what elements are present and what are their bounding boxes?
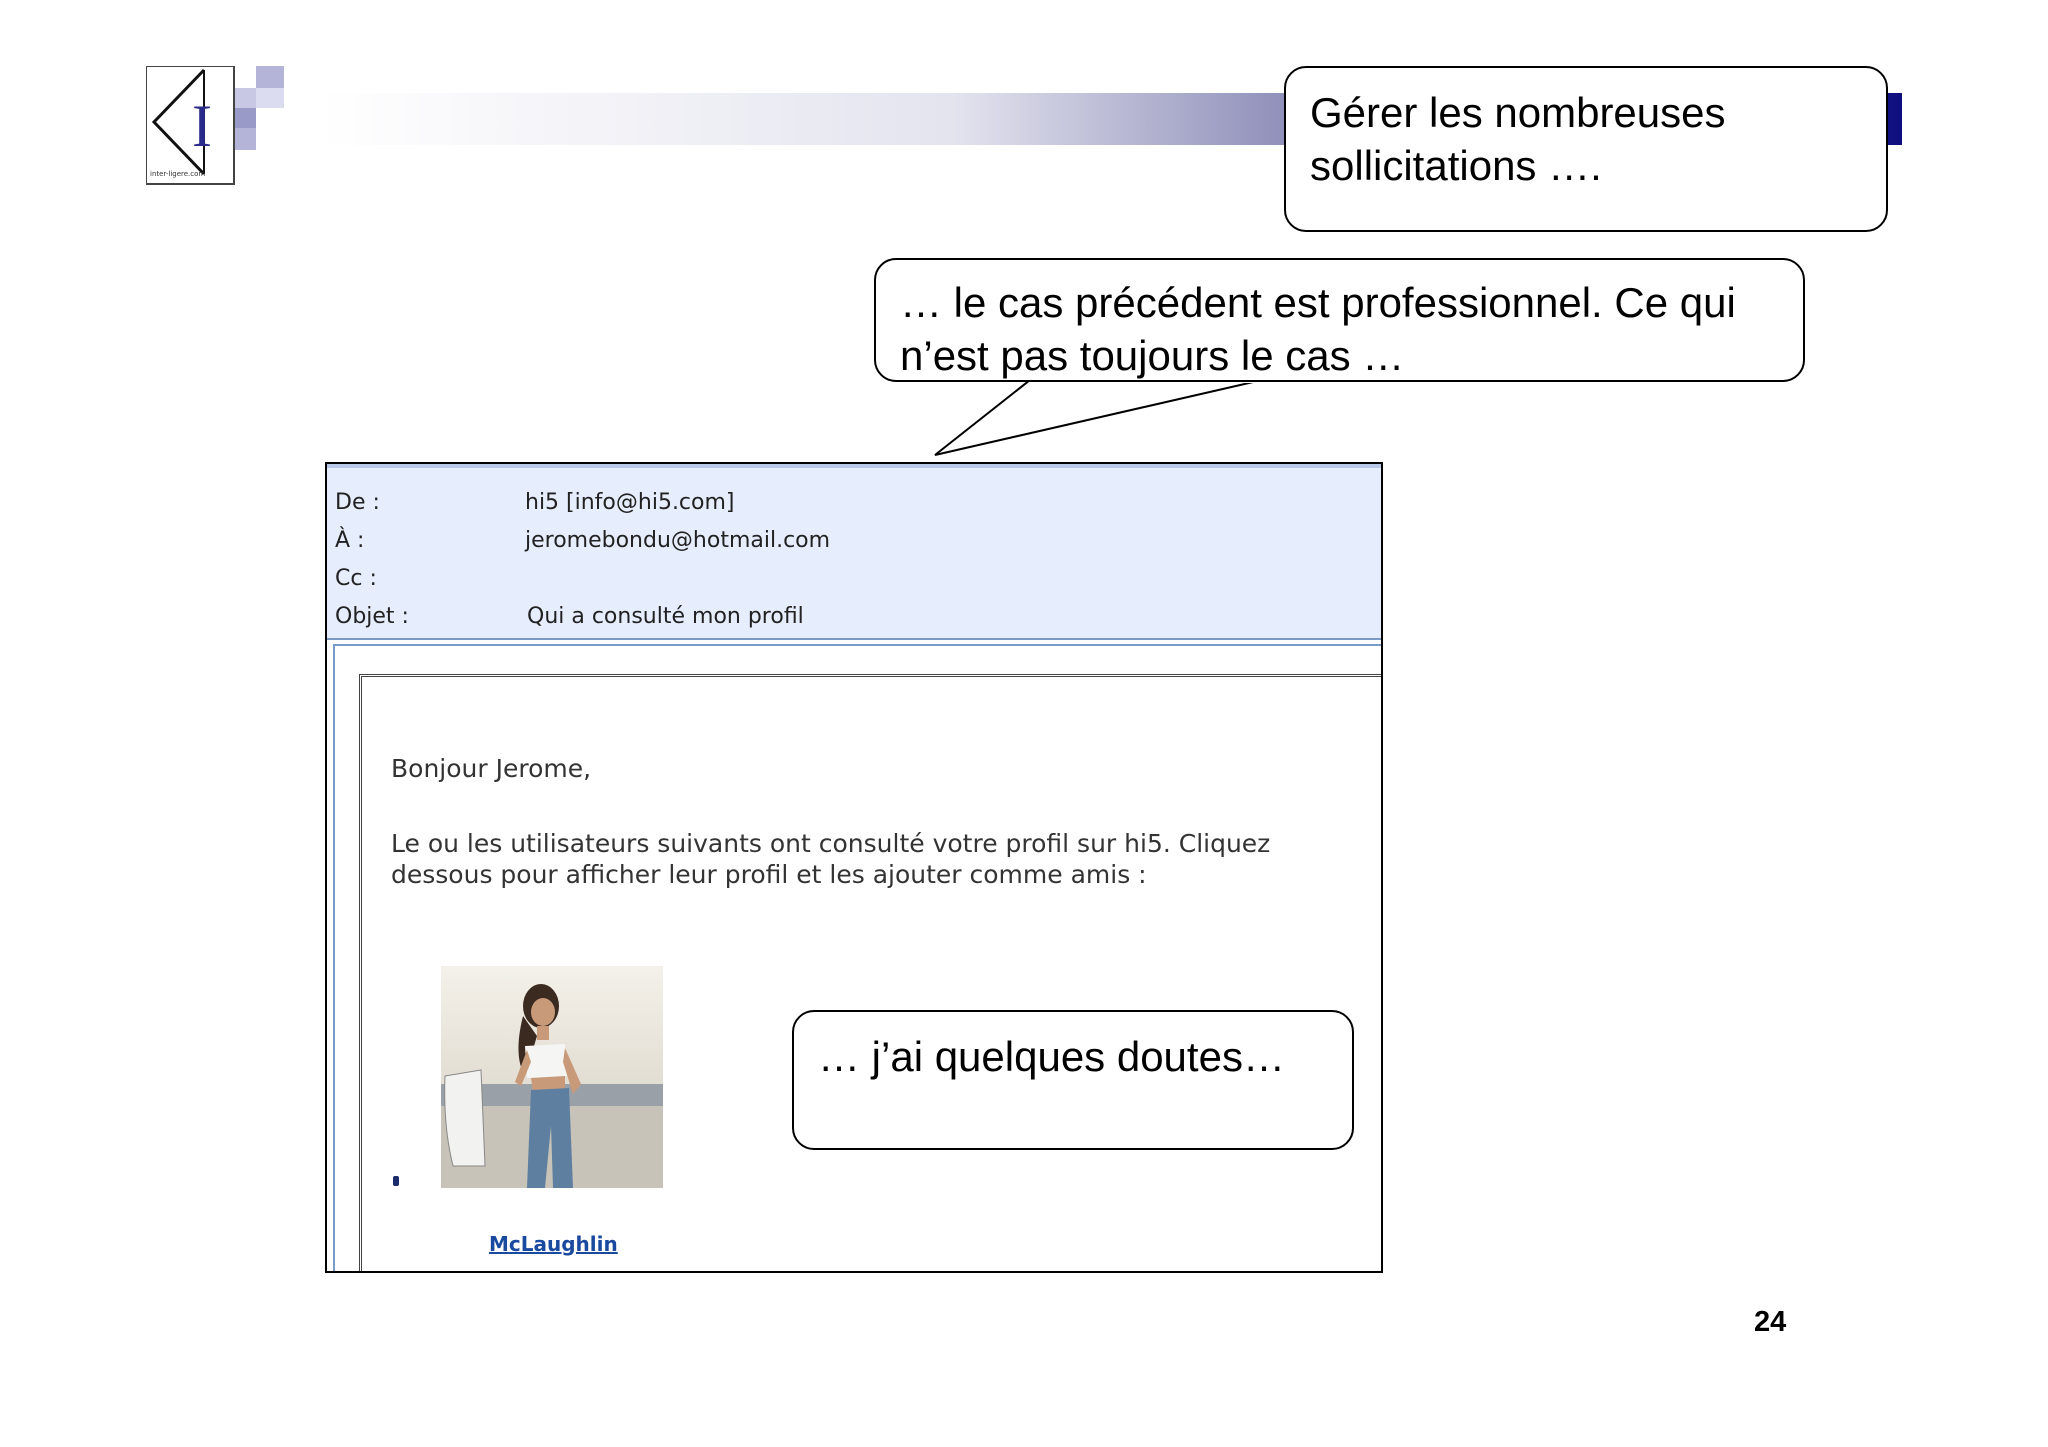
- callout-top-right-line-1: Gérer les nombreuses: [1310, 89, 1726, 136]
- email-paragraph: Le ou les utilisateurs suivants ont cons…: [391, 828, 1381, 890]
- svg-text:I: I: [192, 93, 212, 159]
- email-window: De : hi5 [info@hi5.com] À : jeromebondu@…: [325, 462, 1383, 1273]
- header-value-from: hi5 [info@hi5.com]: [525, 490, 735, 515]
- email-paragraph-line-1: Le ou les utilisateurs suivants ont cons…: [391, 829, 1271, 858]
- email-greeting: Bonjour Jerome,: [391, 754, 592, 783]
- profile-name-link[interactable]: McLaughlin: [489, 1232, 618, 1256]
- email-paragraph-line-2: dessous pour afficher leur profil et les…: [391, 860, 1147, 889]
- email-body: Bonjour Jerome, Le ou les utilisateurs s…: [327, 644, 1381, 1271]
- logo-caption: inter-ligere.com: [150, 170, 206, 178]
- callout-middle: … le cas précédent est professionnel. Ce…: [874, 258, 1805, 382]
- list-bullet: [393, 1176, 399, 1186]
- callout-middle-line-1: … le cas précédent est professionnel. Ce…: [900, 279, 1736, 326]
- callout-top-right-line-2: sollicitations ….: [1310, 142, 1602, 189]
- callout-middle-line-2: n’est pas toujours le cas …: [900, 332, 1405, 379]
- header-label-subject: Objet :: [335, 604, 409, 629]
- profile-photo[interactable]: [441, 966, 663, 1188]
- header-label-to: À :: [335, 528, 365, 553]
- header-label-from: De :: [335, 490, 380, 515]
- header-value-subject: Qui a consulté mon profil: [527, 604, 804, 629]
- email-header: De : hi5 [info@hi5.com] À : jeromebondu@…: [327, 464, 1381, 640]
- header-label-cc: Cc :: [335, 566, 377, 591]
- callout-top-right: Gérer les nombreuses sollicitations ….: [1284, 66, 1888, 232]
- page-number: 24: [1754, 1306, 1787, 1338]
- header-value-to: jeromebondu@hotmail.com: [525, 528, 831, 553]
- company-logo: I inter-ligere.com: [145, 65, 284, 186]
- callout-photo-text: … j’ai quelques doutes…: [818, 1033, 1285, 1080]
- callout-photo: … j’ai quelques doutes…: [792, 1010, 1354, 1150]
